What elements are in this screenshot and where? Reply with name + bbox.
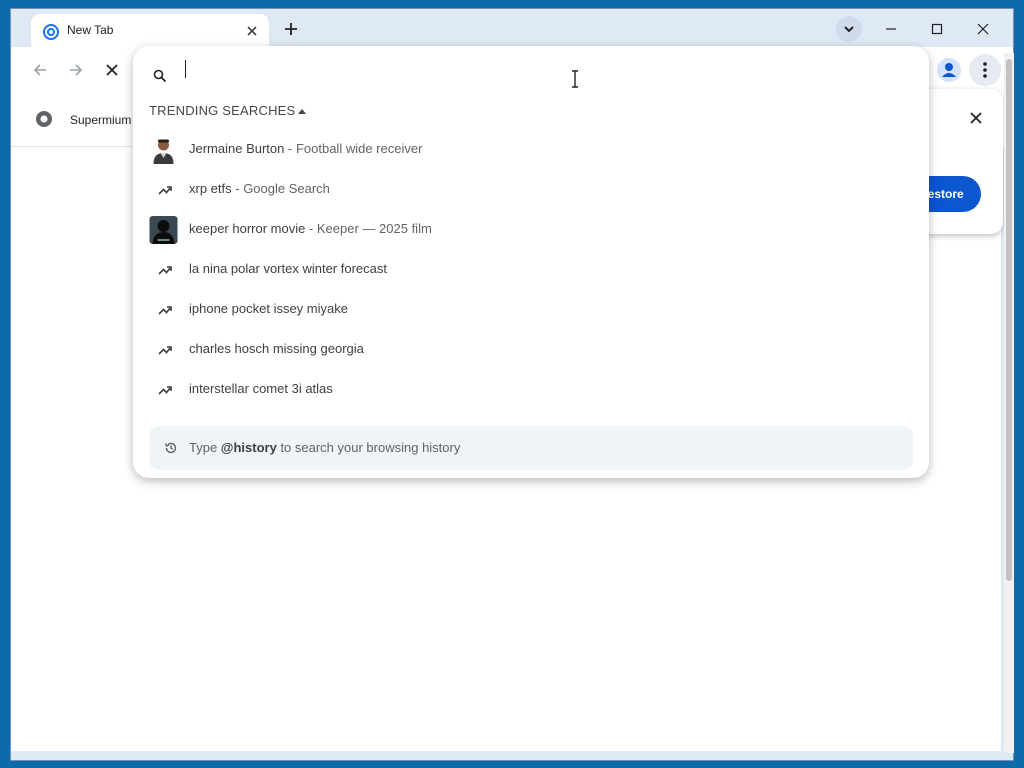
history-icon [164, 442, 177, 454]
person-thumbnail [149, 136, 178, 164]
browser-logo-icon [43, 24, 59, 40]
forward-button[interactable] [65, 59, 87, 81]
trending-up-icon [158, 386, 172, 395]
profile-avatar-icon[interactable] [936, 57, 962, 83]
scrollbar-thumb[interactable] [1006, 59, 1012, 581]
suggestion-query: xrp etfs [189, 181, 232, 196]
suggestion-row[interactable]: iphone pocket issey miyake [133, 290, 929, 330]
suggestion-description: Football wide receiver [295, 141, 423, 156]
omnibox-input[interactable] [183, 58, 883, 94]
movie-thumbnail [149, 216, 178, 244]
minimize-button[interactable] [879, 17, 903, 41]
scrollbar[interactable] [1004, 53, 1014, 753]
suggestion-text: iphone pocket issey miyake [189, 301, 348, 316]
collapse-caret-icon[interactable] [297, 107, 307, 115]
suggestion-text: la nina polar vortex winter forecast [189, 261, 387, 276]
suggestion-row[interactable]: keeper horror movie - Keeper — 2025 film [133, 210, 929, 250]
close-tab-icon[interactable] [243, 22, 261, 40]
suggestion-row[interactable]: Jermaine Burton - Football wide receiver [133, 130, 929, 170]
bookmark-supermium[interactable]: Supermium [70, 113, 131, 127]
menu-button[interactable] [969, 54, 1001, 86]
suggestion-query: interstellar comet 3i atlas [189, 381, 333, 396]
suggestion-text: interstellar comet 3i atlas [189, 381, 333, 396]
suggestion-separator: - [305, 221, 317, 236]
suggestion-row[interactable]: la nina polar vortex winter forecast [133, 250, 929, 290]
tab-search-button[interactable] [836, 16, 862, 42]
suggestion-description: Keeper — 2025 film [316, 221, 432, 236]
history-hint[interactable]: Type @history to search your browsing hi… [149, 426, 913, 470]
trending-up-icon [158, 186, 172, 195]
trending-header[interactable]: TRENDING SEARCHES [149, 103, 295, 118]
text-caret [185, 60, 186, 78]
suggestion-text: keeper horror movie - Keeper — 2025 film [189, 221, 432, 236]
suggestion-separator: - [231, 181, 244, 196]
new-tab-button[interactable] [280, 18, 302, 40]
close-icon[interactable] [967, 109, 985, 127]
tab-title: New Tab [67, 23, 114, 37]
close-window-button[interactable] [971, 17, 995, 41]
tab-new-tab[interactable]: New Tab [31, 14, 269, 48]
stop-loading-button[interactable] [101, 59, 123, 81]
back-button[interactable] [29, 59, 51, 81]
tab-strip: New Tab [11, 9, 1013, 48]
history-keyword: @history [220, 440, 277, 455]
suggestion-text: xrp etfs - Google Search [189, 181, 330, 196]
trending-up-icon [158, 306, 172, 315]
chevron-down-icon [844, 26, 854, 33]
search-icon [153, 69, 167, 83]
suggestion-separator: - [284, 141, 296, 156]
suggestion-query: la nina polar vortex winter forecast [189, 261, 387, 276]
text-cursor-icon [572, 70, 578, 88]
suggestion-description: Google Search [243, 181, 330, 196]
suggestion-row[interactable]: charles hosch missing georgia [133, 330, 929, 370]
more-vert-icon [983, 62, 987, 78]
supermium-logo-icon [36, 111, 52, 127]
trending-up-icon [158, 266, 172, 275]
suggestion-text: charles hosch missing georgia [189, 341, 364, 356]
browser-window: New Tab Supermium Restore TRENDING SEARC… [10, 8, 1014, 761]
suggestion-row[interactable]: interstellar comet 3i atlas [133, 370, 929, 410]
history-hint-text: Type @history to search your browsing hi… [189, 440, 461, 455]
maximize-button[interactable] [925, 17, 949, 41]
suggestion-text: Jermaine Burton - Football wide receiver [189, 141, 422, 156]
suggestion-query: iphone pocket issey miyake [189, 301, 348, 316]
trending-up-icon [158, 346, 172, 355]
omnibox-dropdown: TRENDING SEARCHES Jermaine Burton - Foot… [133, 46, 929, 478]
suggestion-row[interactable]: xrp etfs - Google Search [133, 170, 929, 210]
suggestion-query: charles hosch missing georgia [189, 341, 364, 356]
suggestion-query: keeper horror movie [189, 221, 306, 236]
suggestion-query: Jermaine Burton [189, 141, 285, 156]
